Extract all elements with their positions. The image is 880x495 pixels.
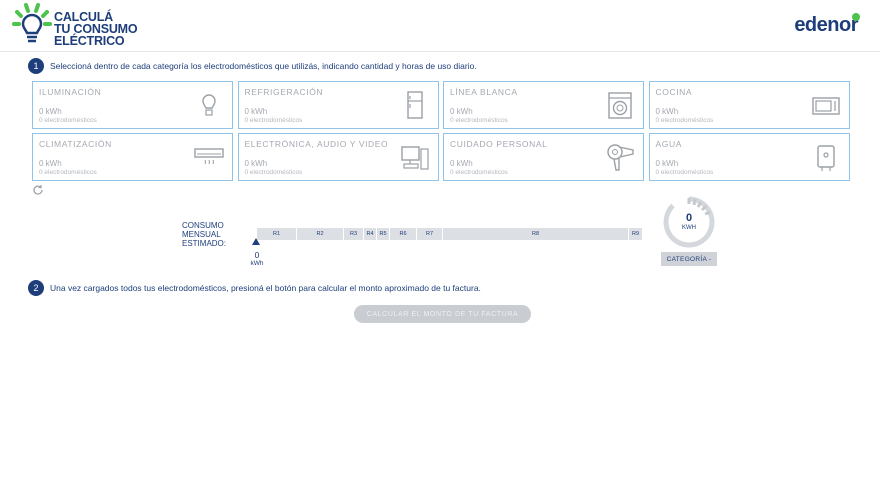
fridge-icon xyxy=(406,91,423,119)
category-dropdown-button[interactable]: CATEGORÍA - xyxy=(661,252,717,266)
gauge-unit: KWH xyxy=(682,225,696,231)
step-2: 2 Una vez cargados todos tus electrodomé… xyxy=(28,280,481,296)
consumption-range-bar: R1 R2 R3 R4 R5 R6 R7 R8 R9 xyxy=(257,228,642,240)
calculate-bill-button[interactable]: Calcular el monto de tu factura xyxy=(354,305,531,323)
range-segment: R9 xyxy=(631,231,640,237)
gauge-value: 0 xyxy=(685,212,693,224)
refresh-icon[interactable] xyxy=(32,184,44,196)
app-title: CALCULÁ TU CONSUMO ELÉCTRICO xyxy=(54,10,138,48)
consumption-marker-unit: kWh xyxy=(250,260,264,267)
step-number: 1 xyxy=(28,58,44,74)
air-conditioner-icon xyxy=(194,148,224,165)
category-linea-blanca[interactable]: Línea blanca 0 kWh 0 electrodomésticos xyxy=(443,81,644,129)
consumption-marker-value: 0 xyxy=(254,250,260,260)
microwave-icon xyxy=(811,97,840,115)
range-segment: R6 xyxy=(390,228,417,240)
step-number: 2 xyxy=(28,280,44,296)
brand-dot xyxy=(852,13,860,21)
step-1: 1 Seleccioná dentro de cada categoría lo… xyxy=(28,58,477,74)
consumption-marker xyxy=(252,238,260,245)
category-grid: Iluminación 0 kWh 0 electrodomésticos Re… xyxy=(32,81,850,181)
category-cocina[interactable]: Cocina 0 kWh 0 electrodomésticos xyxy=(648,81,850,129)
category-refrigeracion[interactable]: Refrigeración 0 kWh 0 electrodomésticos xyxy=(237,81,439,129)
bulb-icon xyxy=(202,94,216,116)
computer-icon xyxy=(400,146,429,170)
category-agua[interactable]: Agua 0 kWh 0 electrodomésticos xyxy=(648,133,850,181)
category-cuidado-personal[interactable]: Cuidado personal 0 kWh 0 electrodoméstic… xyxy=(443,133,644,181)
range-segment: R4 xyxy=(364,228,377,240)
range-segment: R5 xyxy=(377,228,390,240)
hairdryer-icon xyxy=(607,144,634,171)
step-instruction: Una vez cargados todos tus electrodomést… xyxy=(50,283,481,293)
step-instruction: Seleccioná dentro de cada categoría los … xyxy=(50,61,477,71)
range-segment: R8 xyxy=(443,228,629,240)
header: CALCULÁ TU CONSUMO ELÉCTRICO edenor xyxy=(0,0,880,52)
consumo-label: CONSUMO MENSUAL ESTIMADO: xyxy=(182,221,227,248)
range-segment: R2 xyxy=(297,228,344,240)
lightbulb-logo-icon xyxy=(12,3,52,43)
range-segment: R7 xyxy=(417,228,443,240)
category-iluminacion[interactable]: Iluminación 0 kWh 0 electrodomésticos xyxy=(32,81,233,129)
edenor-logo[interactable]: edenor xyxy=(794,14,858,37)
water-heater-icon xyxy=(816,145,835,171)
range-segment: R1 xyxy=(257,228,297,240)
range-segment: R3 xyxy=(344,228,364,240)
category-electronica[interactable]: Electrónica, audio y video 0 kWh 0 elect… xyxy=(237,133,439,181)
washer-icon xyxy=(608,92,632,119)
category-climatizacion[interactable]: Climatización 0 kWh 0 electrodomésticos xyxy=(32,133,233,181)
